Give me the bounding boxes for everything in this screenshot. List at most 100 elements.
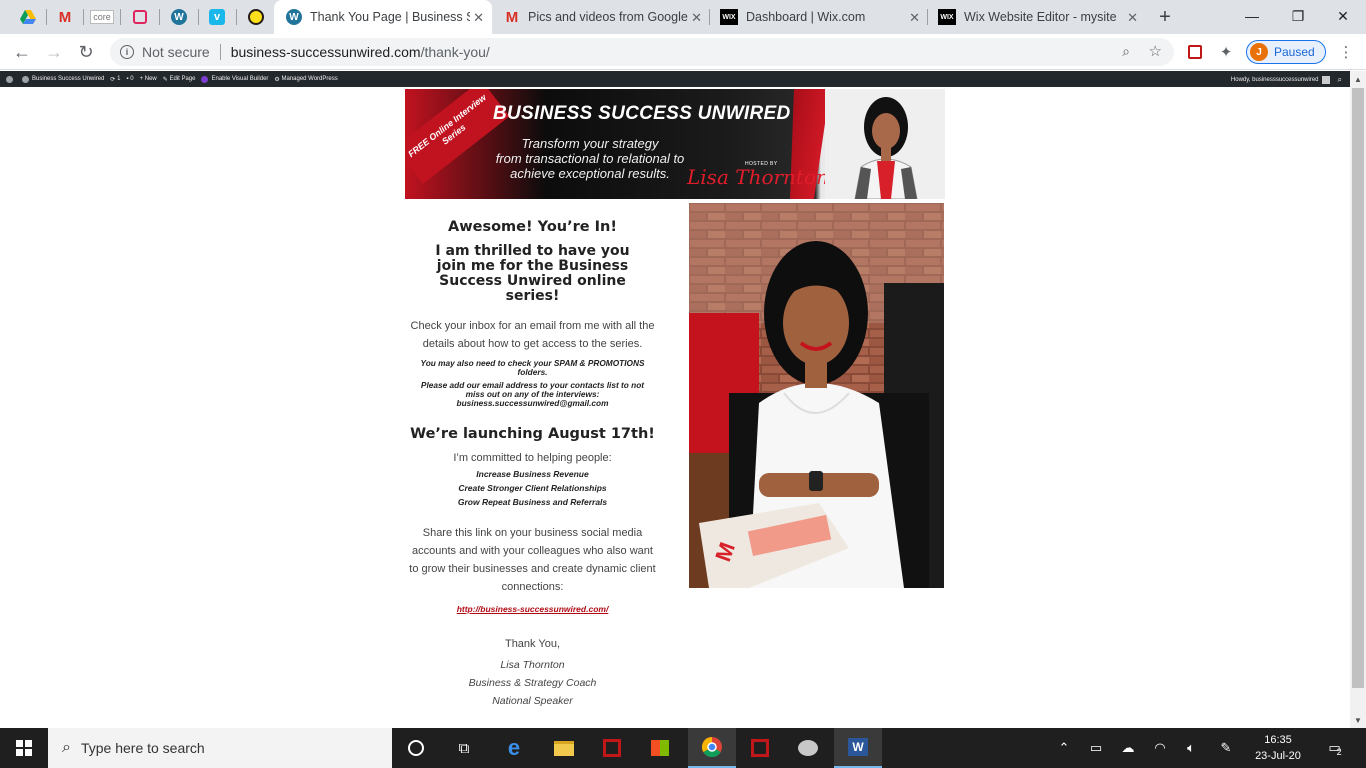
taskbar-clock[interactable]: 16:35 23-Jul-20 — [1248, 732, 1308, 764]
pinned-tab-core[interactable]: core — [84, 0, 120, 34]
taskbar-chrome[interactable] — [688, 728, 736, 768]
taskbar-mcafee[interactable] — [588, 728, 636, 768]
mcafee-extension-icon[interactable] — [1185, 42, 1205, 62]
task-view-button[interactable]: ⧉ — [440, 728, 488, 768]
forward-button[interactable]: → — [40, 38, 68, 66]
reload-icon: ↻ — [78, 41, 94, 62]
tab-label: Thank You Page | Business Su — [310, 10, 470, 24]
battery-icon[interactable]: ▭ — [1086, 728, 1106, 768]
notification-count: 2 — [1336, 747, 1342, 757]
taskbar-edge[interactable]: e — [490, 728, 538, 768]
scroll-down-icon[interactable]: ▼ — [1350, 712, 1366, 728]
scroll-up-icon[interactable]: ▲ — [1350, 71, 1366, 87]
minimize-button[interactable]: — — [1229, 0, 1275, 32]
action-center-button[interactable]: ▭ 2 — [1320, 728, 1350, 768]
new-tab-button[interactable]: + — [1150, 0, 1180, 34]
pen-icon[interactable]: ✎ — [1216, 728, 1236, 768]
thank-you-content: Awesome! You’re In! I am thrilled to hav… — [405, 203, 660, 710]
scrollbar-thumb[interactable] — [1352, 88, 1364, 688]
taskbar-search[interactable]: ⌕ Type here to search — [48, 728, 392, 768]
gmail-icon: M — [58, 8, 72, 26]
close-tab-icon[interactable]: ✕ — [691, 10, 702, 26]
restore-button[interactable]: ❐ — [1275, 0, 1321, 32]
banner-signature: Lisa Thornton — [687, 165, 829, 189]
tab-thank-you-page[interactable]: W Thank You Page | Business Su ✕ — [274, 0, 492, 34]
wp-edit-page-link[interactable]: ✎ Edit Page — [163, 76, 196, 83]
tab-google-pics[interactable]: M Pics and videos from Google ✕ — [492, 0, 710, 34]
close-tab-icon[interactable]: ✕ — [909, 10, 920, 26]
chrome-menu-icon[interactable]: ⋮ — [1336, 42, 1356, 62]
contact-email: business.successunwired@gmail.com — [456, 398, 609, 408]
wp-updates-link[interactable]: ⟳ 1 — [110, 76, 120, 83]
pinned-tab-drive[interactable] — [10, 0, 46, 34]
mcafee-icon — [603, 739, 621, 757]
reload-button[interactable]: ↻ — [72, 38, 100, 66]
host-portrait-image — [825, 89, 945, 199]
pencil-icon: ✎ — [162, 76, 170, 83]
avatar — [1321, 76, 1330, 84]
welcome-heading: I am thrilled to have you join me for th… — [435, 243, 630, 304]
wifi-icon[interactable]: ◠ — [1150, 728, 1170, 768]
page-scrollbar[interactable]: ▲ ▼ — [1350, 71, 1366, 728]
bookmark-star-icon[interactable]: ☆ — [1149, 42, 1162, 60]
zoom-search-icon[interactable]: ⌕ — [1122, 43, 1130, 60]
tab-wix-dashboard[interactable]: WIX Dashboard | Wix.com ✕ — [710, 0, 928, 34]
info-icon[interactable]: i — [120, 45, 134, 59]
onedrive-icon[interactable]: ☁ — [1118, 728, 1138, 768]
chrome-icon — [702, 737, 722, 757]
windows-logo-icon — [16, 740, 32, 756]
pinned-tab-todoist[interactable] — [122, 0, 158, 34]
wordpress-icon: W — [171, 9, 187, 25]
paint-palette-icon — [798, 740, 818, 756]
home-icon — [22, 75, 29, 83]
page-title: Awesome! You’re In! — [448, 219, 617, 235]
pinned-tab-wordpress[interactable]: W — [161, 0, 197, 34]
wordpress-icon: W — [286, 9, 302, 25]
taskbar-mcafee-2[interactable] — [736, 728, 784, 768]
wp-site-link[interactable]: Business Success Unwired — [22, 75, 104, 83]
signature-role: National Speaker — [492, 695, 573, 707]
restore-icon: ❐ — [1291, 7, 1305, 24]
pinned-tab-gmail[interactable]: M — [47, 0, 83, 34]
close-tab-icon[interactable]: ✕ — [473, 10, 484, 26]
back-button[interactable]: ← — [8, 38, 36, 66]
tab-label: Wix Website Editor - mysite — [964, 10, 1117, 24]
store-icon — [651, 740, 669, 756]
wix-icon: WIX — [938, 9, 956, 25]
share-link[interactable]: http://business-successunwired.com/ — [457, 604, 609, 614]
pinned-tab-mailchimp[interactable] — [238, 0, 274, 34]
task-view-icon: ⧉ — [458, 739, 470, 757]
wp-howdy-link[interactable]: Howdy, businesssuccessunwired ⌕ — [1231, 75, 1342, 85]
start-button[interactable] — [0, 728, 48, 768]
taskbar-word[interactable]: W — [834, 728, 882, 768]
wp-visual-builder-link[interactable]: Enable Visual Builder — [201, 75, 268, 83]
address-bar[interactable]: i Not secure business-successunwired.com… — [110, 38, 1174, 66]
tab-label: Pics and videos from Google — [528, 10, 688, 24]
browser-toolbar: ← → ↻ i Not secure business-successunwir… — [0, 34, 1366, 70]
arrow-right-icon: → — [45, 41, 63, 62]
taskbar-paint[interactable] — [784, 728, 832, 768]
wp-managed-link[interactable]: ⚙ Managed WordPress — [274, 76, 337, 83]
search-icon[interactable]: ⌕ — [1338, 75, 1342, 85]
tab-wix-editor[interactable]: WIX Wix Website Editor - mysite ✕ — [928, 0, 1146, 34]
profile-button[interactable]: J Paused — [1246, 40, 1326, 64]
committed-text: I’m committed to helping people: — [453, 452, 612, 464]
wp-comments-link[interactable]: ▪ 0 — [126, 76, 133, 82]
cortana-button[interactable] — [392, 728, 440, 768]
wp-logo-icon[interactable] — [6, 75, 16, 83]
checkbox-app-icon — [133, 10, 147, 24]
pinned-tab-vimeo[interactable]: v — [199, 0, 235, 34]
folder-icon — [554, 740, 574, 756]
show-hidden-icons[interactable]: ⌃ — [1054, 728, 1074, 768]
wp-new-link[interactable]: + New — [140, 76, 157, 82]
taskbar-store[interactable] — [636, 728, 684, 768]
taskbar-file-explorer[interactable] — [540, 728, 588, 768]
close-window-button[interactable]: ✕ — [1320, 0, 1366, 32]
gear-icon: ⚙ — [274, 76, 282, 83]
volume-icon[interactable]: 🔈︎ — [1181, 728, 1201, 768]
close-tab-icon[interactable]: ✕ — [1127, 10, 1138, 26]
security-status: Not secure — [142, 44, 210, 60]
extensions-puzzle-icon[interactable]: ✦ — [1216, 42, 1236, 62]
cortana-icon — [408, 740, 424, 756]
mailchimp-icon — [248, 9, 264, 25]
